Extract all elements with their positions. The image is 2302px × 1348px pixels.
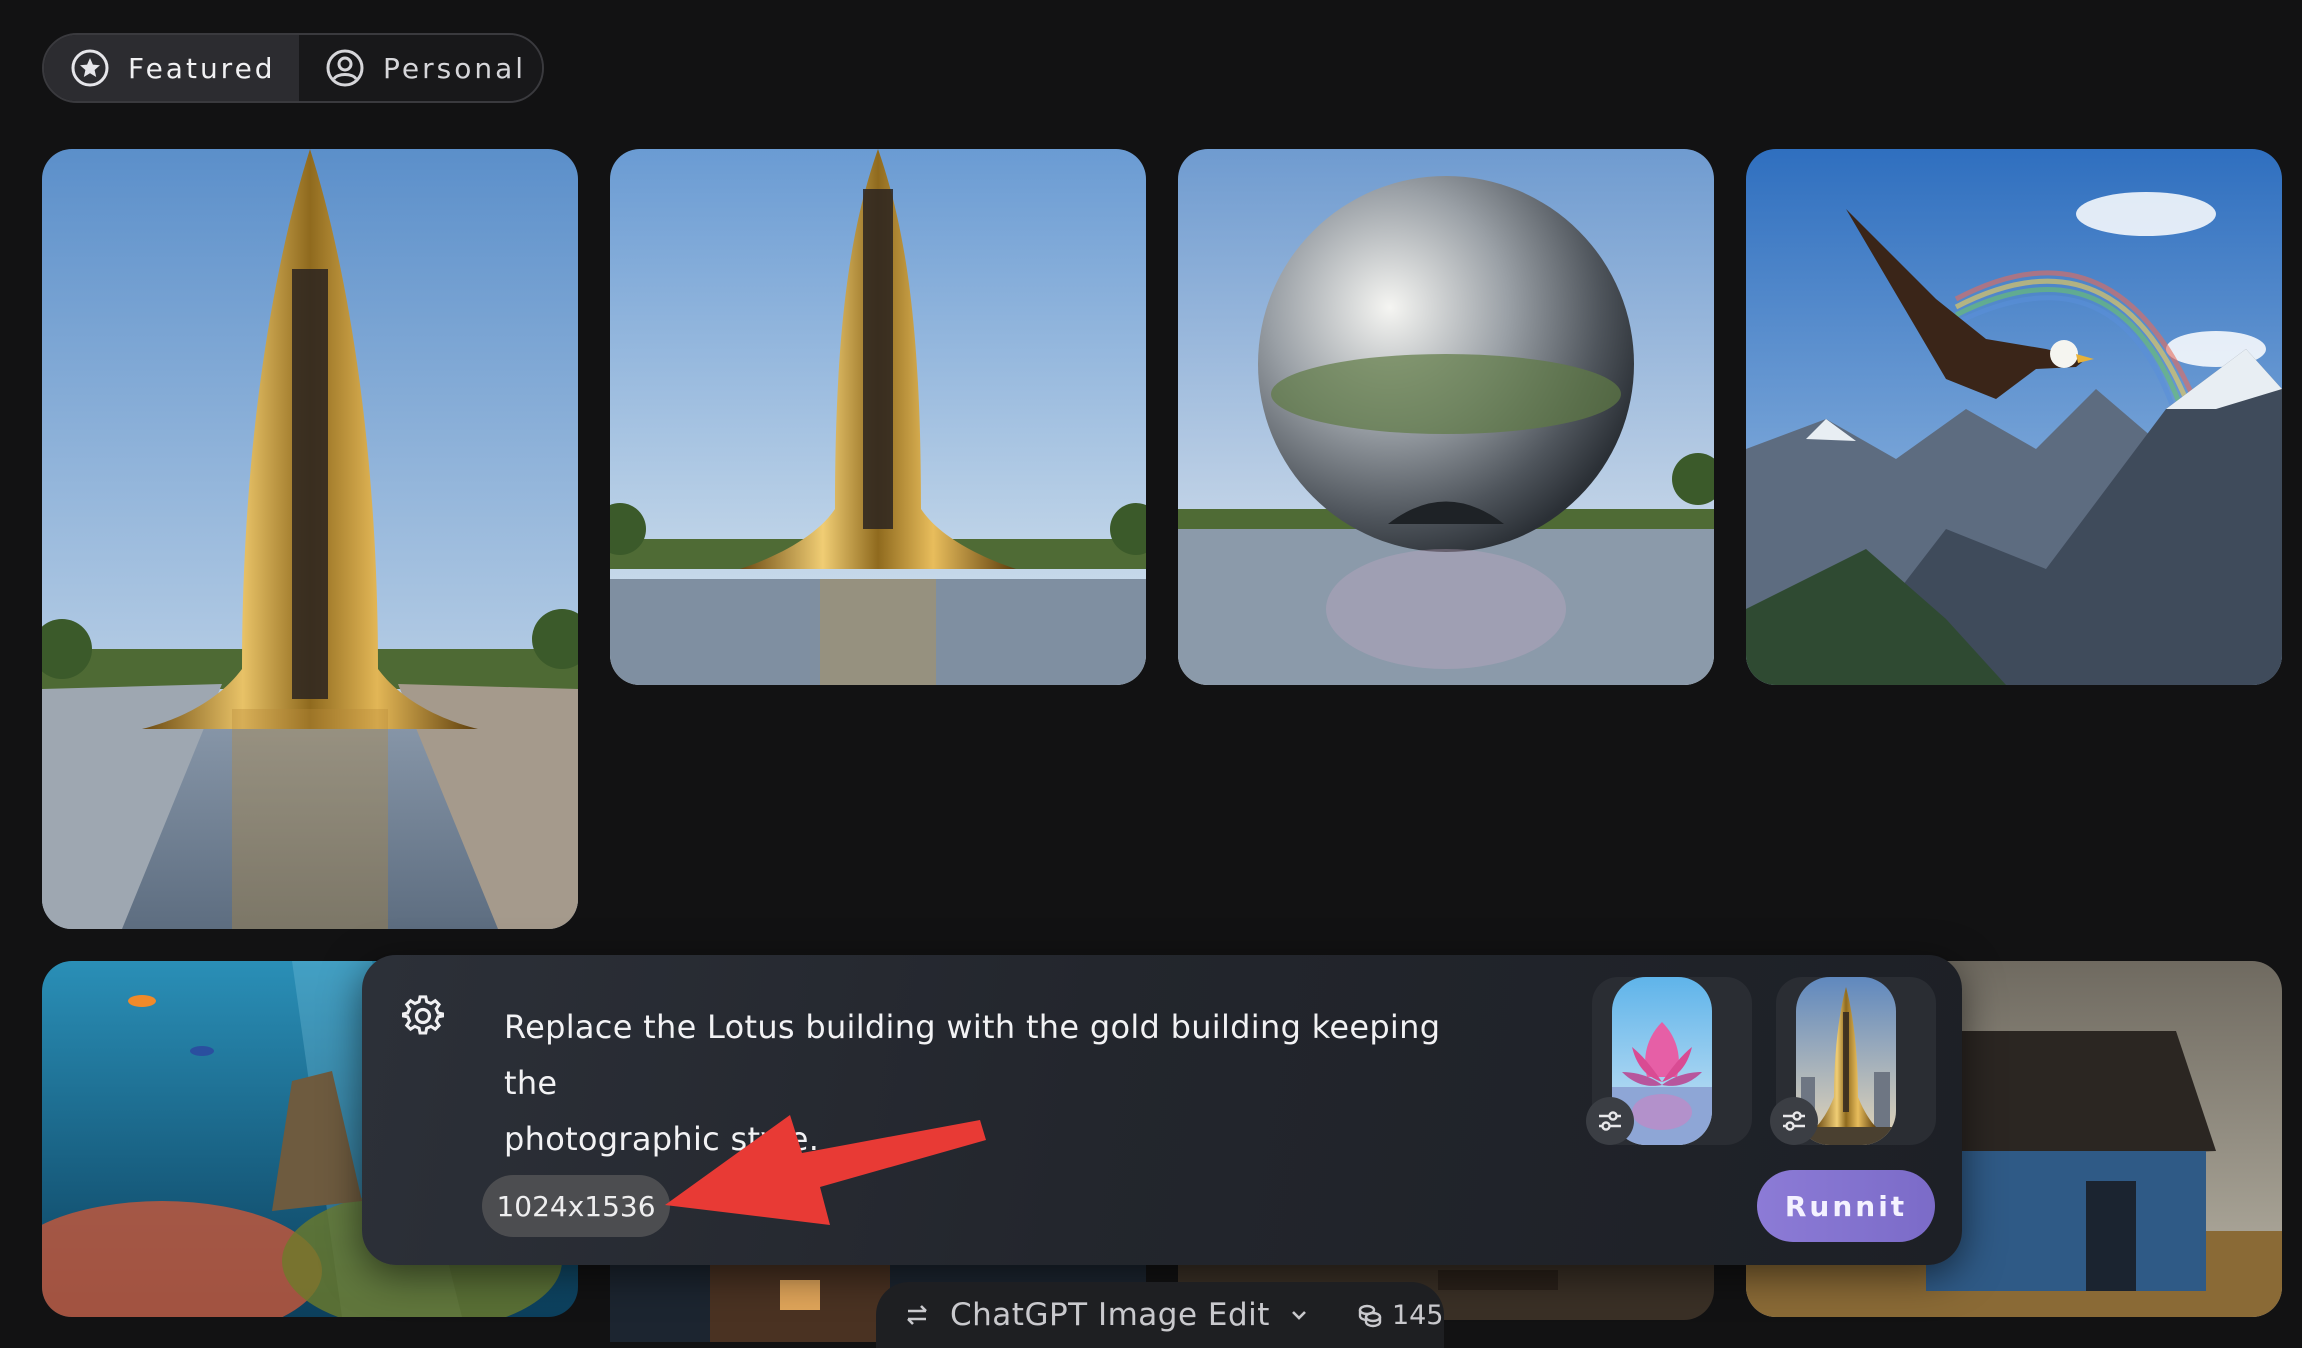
adjust-sliders-icon[interactable]	[1770, 1097, 1818, 1145]
star-icon	[71, 49, 109, 87]
view-toggle: Featured Personal	[42, 33, 544, 103]
coins-icon	[1358, 1304, 1382, 1328]
adjust-sliders-icon[interactable]	[1586, 1097, 1634, 1145]
tab-personal[interactable]: Personal	[299, 35, 542, 101]
tab-featured-label: Featured	[128, 51, 276, 85]
reference-image-lotus[interactable]	[1586, 977, 1752, 1145]
credits-counter: 145	[1356, 1299, 1444, 1331]
user-icon	[326, 49, 364, 87]
swap-arrows-icon[interactable]	[902, 1300, 932, 1330]
tab-featured[interactable]: Featured	[44, 35, 299, 101]
model-selector-bar[interactable]: ChatGPT Image Edit 145	[876, 1282, 1444, 1348]
prompt-line-2: photographic style.	[504, 1120, 820, 1158]
gallery-image-eagle-mountains[interactable]	[1746, 149, 2282, 685]
gallery-image-chrome-sphere[interactable]	[1178, 149, 1714, 685]
model-name[interactable]: ChatGPT Image Edit	[950, 1297, 1270, 1333]
tab-personal-label: Personal	[383, 51, 527, 85]
settings-gear-icon[interactable]	[402, 995, 444, 1037]
gallery-image-gold-tower[interactable]	[610, 149, 1146, 685]
image-size-chip[interactable]: 1024x1536	[482, 1175, 670, 1237]
runnit-button[interactable]: Runnit	[1757, 1170, 1935, 1242]
gallery-image-gold-tower-tall[interactable]	[42, 149, 578, 929]
reference-image-gold-tower[interactable]	[1770, 977, 1936, 1145]
prompt-line-1: Replace the Lotus building with the gold…	[504, 1008, 1441, 1102]
credits-value: 145	[1391, 1299, 1444, 1331]
chevron-down-icon[interactable]	[1288, 1304, 1310, 1326]
prompt-panel: Replace the Lotus building with the gold…	[362, 955, 1962, 1265]
annotation-arrow-icon	[665, 1115, 986, 1225]
prompt-text[interactable]: Replace the Lotus building with the gold…	[504, 999, 1504, 1167]
